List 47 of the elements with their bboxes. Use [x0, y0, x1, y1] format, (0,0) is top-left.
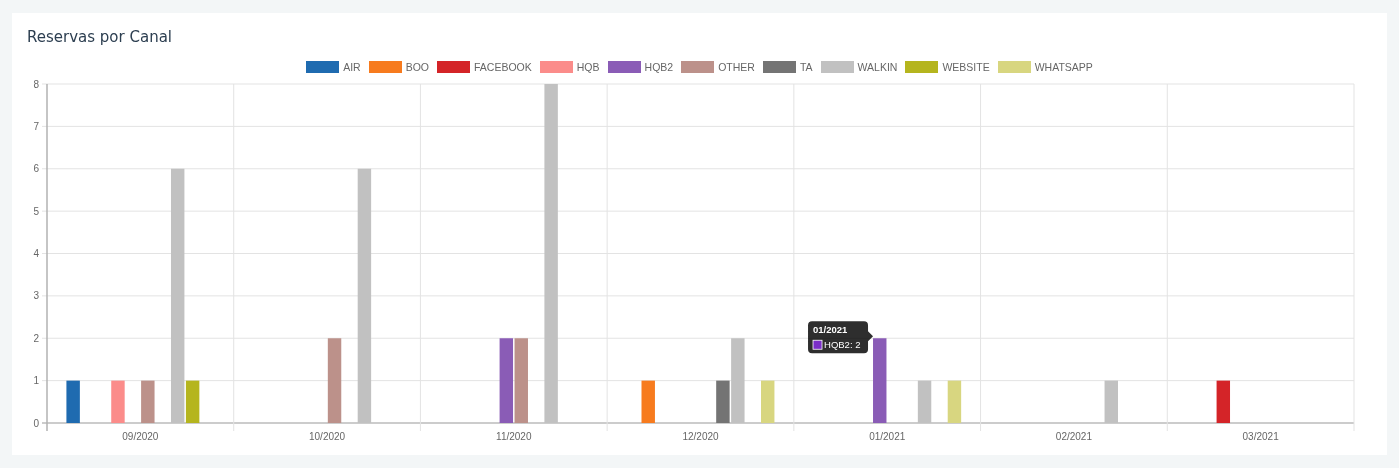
- chart-bar[interactable]: [66, 380, 80, 423]
- axis-tick-label: 1: [33, 375, 39, 387]
- axis-tick-label: 3: [33, 290, 39, 302]
- legend-label[interactable]: TA: [799, 61, 813, 73]
- axis-tick-label: 12/2020: [682, 431, 719, 442]
- legend-swatch[interactable]: [820, 61, 854, 73]
- axis-tick-label: 7: [33, 120, 39, 132]
- chart-bar[interactable]: [185, 380, 200, 423]
- legend-swatch[interactable]: [306, 61, 340, 73]
- legend-swatch[interactable]: [539, 61, 573, 73]
- legend-label[interactable]: HQB: [576, 61, 600, 73]
- legend-label[interactable]: WHATSAPP: [1034, 61, 1093, 73]
- axis-tick-label: 2: [33, 332, 39, 344]
- chart-bar[interactable]: [716, 380, 730, 423]
- axis-tick-label: 4: [33, 248, 39, 259]
- axis-tick-label: 03/2021: [1242, 431, 1279, 442]
- legend-swatch[interactable]: [681, 61, 715, 73]
- card-title: Reservas por Canal: [27, 28, 172, 46]
- legend-swatch[interactable]: [437, 61, 470, 73]
- axis-tick-label: 0: [33, 417, 39, 429]
- legend-swatch[interactable]: [607, 61, 641, 73]
- legend-label[interactable]: HQB2: [644, 61, 674, 73]
- axis-tick-label: 8: [33, 78, 39, 90]
- legend-label[interactable]: WEBSITE: [942, 61, 990, 73]
- chart-bar[interactable]: [499, 338, 514, 423]
- axis-tick-label: 02/2021: [1055, 431, 1092, 442]
- legend-label[interactable]: OTHER: [718, 61, 755, 73]
- legend-label[interactable]: BOO: [405, 61, 429, 73]
- chart-bar[interactable]: [873, 338, 887, 423]
- legend-label[interactable]: FACEBOOK: [474, 61, 532, 73]
- axis-tick-label: 5: [33, 205, 39, 217]
- legend-swatch[interactable]: [762, 61, 796, 73]
- tooltip-background: [808, 321, 873, 354]
- axis-tick-label: 10/2020: [309, 431, 346, 442]
- axis-tick-label: 6: [33, 163, 39, 175]
- tooltip-label: HQB2: 2: [824, 339, 861, 351]
- chart-bar[interactable]: [1216, 380, 1230, 423]
- axis-tick-label: 01/2021: [869, 431, 906, 442]
- legend-swatch[interactable]: [368, 61, 402, 73]
- axis-tick-label: 11/2020: [496, 431, 532, 442]
- tooltip-title: 01/2021: [813, 324, 848, 336]
- legend-label[interactable]: AIR: [343, 61, 361, 73]
- legend-swatch[interactable]: [997, 61, 1031, 73]
- axis-tick-label: 09/2020: [122, 431, 159, 442]
- legend-label[interactable]: WALKIN: [857, 61, 898, 73]
- legend-swatch[interactable]: [905, 61, 939, 73]
- chart-bar[interactable]: [327, 338, 342, 423]
